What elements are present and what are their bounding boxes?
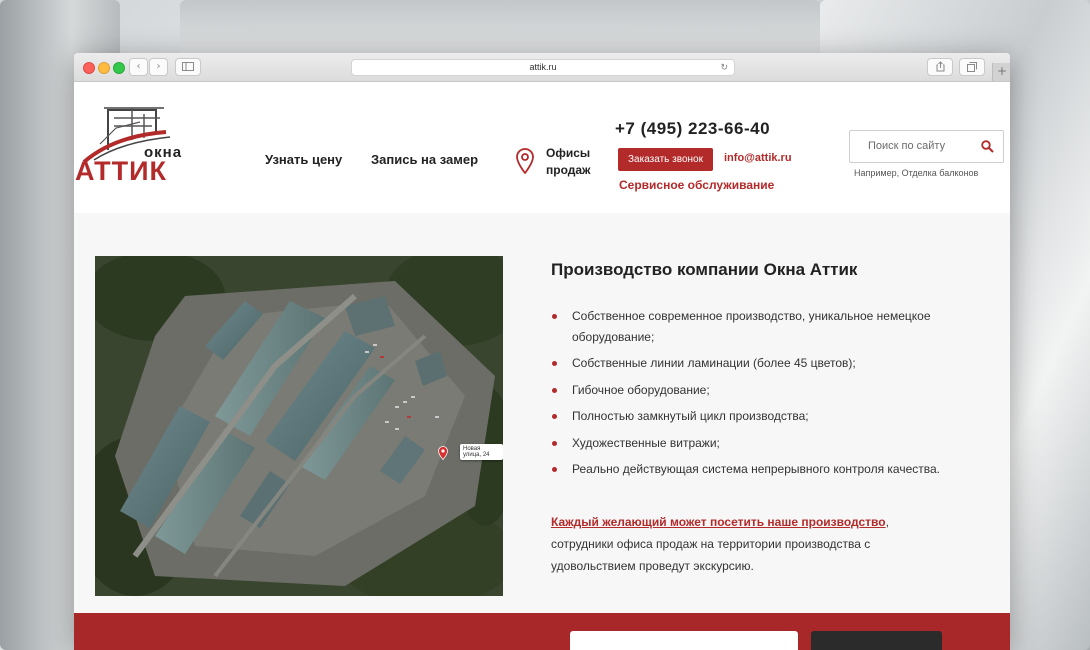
nav-get-price[interactable]: Узнать цену <box>265 152 342 167</box>
reload-icon[interactable]: ↻ <box>720 60 728 75</box>
map-pin-icon[interactable] <box>438 446 448 460</box>
offices-line-2: продаж <box>546 163 591 177</box>
sales-offices-link[interactable]: Офисы продаж <box>546 145 591 179</box>
order-callback-button[interactable]: Заказать звонок <box>618 148 713 171</box>
section-title: Производство компании Окна Аттик <box>551 260 858 279</box>
footer-callback-bar <box>74 613 1010 650</box>
search-input[interactable] <box>851 132 971 159</box>
nav-book-measurement[interactable]: Запись на замер <box>371 152 478 167</box>
location-pin-icon <box>516 148 534 174</box>
url-text: attik.ru <box>529 62 557 72</box>
sidebar-icon <box>182 62 194 71</box>
feature-item: Собственное современное производство, ун… <box>551 306 981 347</box>
phone-number[interactable]: +7 (495) 223-66-40 <box>615 119 770 139</box>
search-box <box>849 130 1004 163</box>
features-list: Собственное современное производство, ун… <box>551 306 981 486</box>
footer-submit-button[interactable] <box>811 631 942 650</box>
visit-paragraph: Каждый желающий может посетить наше прои… <box>551 511 931 577</box>
logo-text-big: АТТИК <box>75 156 168 186</box>
search-icon[interactable] <box>981 140 994 153</box>
feature-item: Полностью замкнутый цикл производства; <box>551 406 981 427</box>
feature-item: Гибочное оборудование; <box>551 380 981 401</box>
footer-input[interactable] <box>570 631 798 650</box>
chevron-left-icon: ‹ <box>136 61 141 72</box>
back-button[interactable]: ‹ <box>129 58 148 76</box>
maximize-window-button[interactable] <box>113 62 125 74</box>
email-link[interactable]: info@attik.ru <box>724 152 792 164</box>
visit-production-link[interactable]: Каждый желающий может посетить наше прои… <box>551 515 886 529</box>
new-tab-button[interactable]: + <box>992 63 1010 81</box>
forward-button[interactable]: › <box>149 58 168 76</box>
offices-line-1: Офисы <box>546 146 591 160</box>
address-bar[interactable]: attik.ru ↻ <box>351 59 735 76</box>
site-header: окна АТТИК Узнать цену Запись на замер О… <box>74 82 1010 214</box>
close-window-button[interactable] <box>83 62 95 74</box>
feature-item: Собственные линии ламинации (более 45 цв… <box>551 353 981 374</box>
minimize-window-button[interactable] <box>98 62 110 74</box>
sidebar-toggle-button[interactable] <box>175 58 201 76</box>
service-link[interactable]: Сервисное обслуживание <box>619 178 774 192</box>
search-hint: Например, Отделка балконов <box>854 168 979 178</box>
feature-item: Художественные витражи; <box>551 433 981 454</box>
share-icon <box>936 61 944 72</box>
chevron-right-icon: › <box>156 61 161 72</box>
map-address-label: Новая улица, 24 <box>460 444 503 460</box>
main-content: Новая улица, 24 Производство компании Ок… <box>74 213 1010 613</box>
browser-window: ‹ › attik.ru ↻ + окна АТТИК Узнать цену … <box>74 53 1010 650</box>
satellite-map-image <box>95 256 503 596</box>
tabs-icon <box>967 62 977 72</box>
satellite-map[interactable]: Новая улица, 24 <box>95 256 503 596</box>
browser-titlebar: ‹ › attik.ru ↻ + <box>74 53 1010 82</box>
tabs-overview-button[interactable] <box>959 58 985 76</box>
logo[interactable]: окна АТТИК <box>74 104 198 186</box>
share-button[interactable] <box>927 58 953 76</box>
background-frame-top <box>180 0 820 60</box>
feature-item: Реально действующая система непрерывного… <box>551 459 981 480</box>
